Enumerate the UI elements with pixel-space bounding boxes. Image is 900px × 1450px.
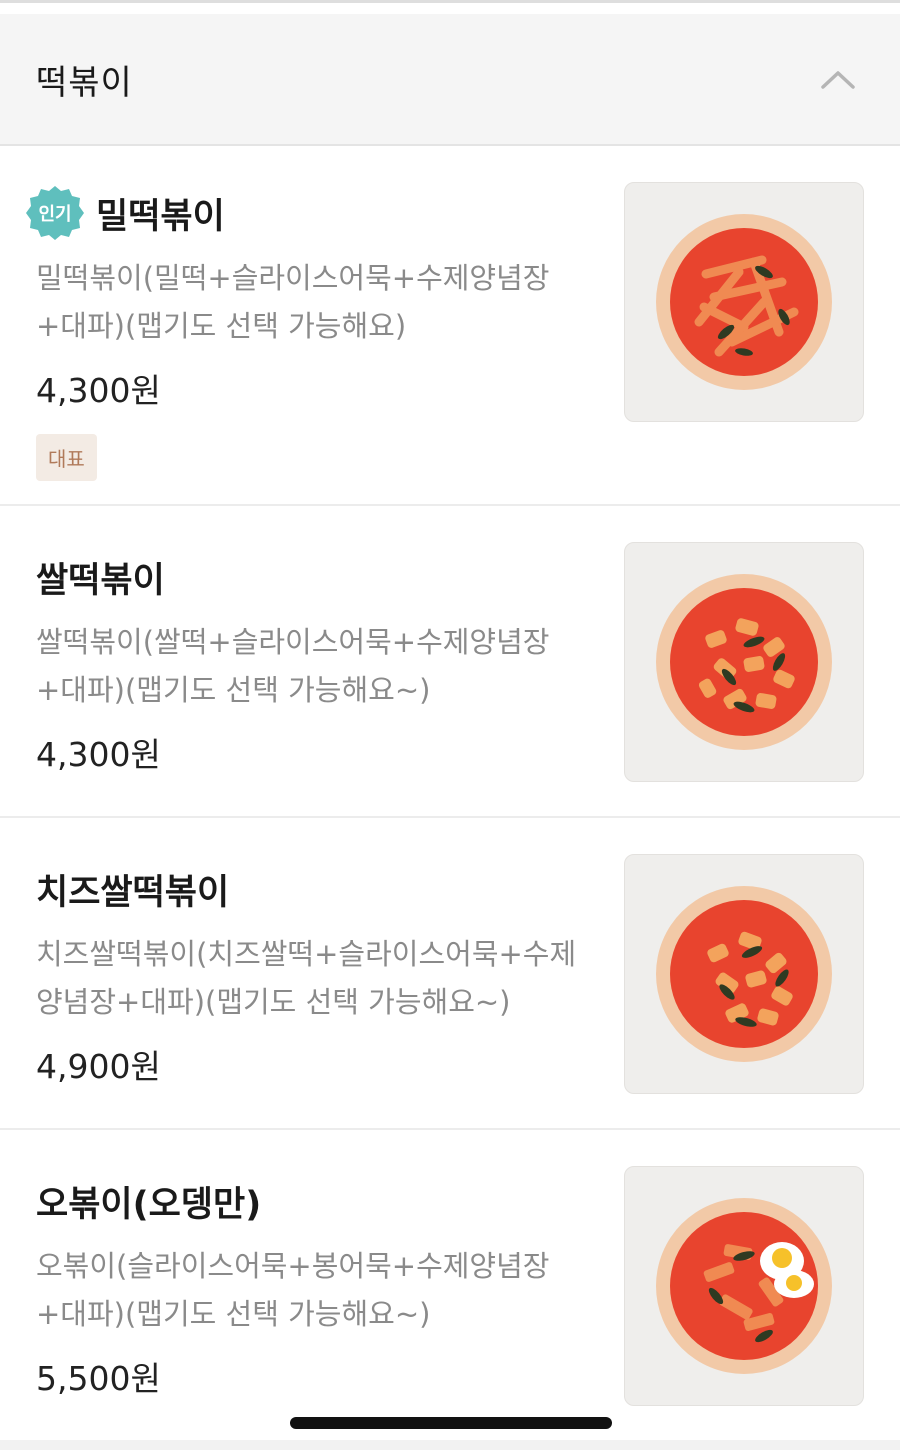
popular-badge-label: 인기: [38, 204, 72, 225]
top-divider: [0, 0, 900, 14]
menu-item-image[interactable]: [624, 182, 864, 422]
menu-item-text: 치즈쌀떡볶이 치즈쌀떡볶이(치즈쌀떡+슬라이스어묵+수제 양념장+대파)(맵기도…: [36, 860, 606, 1088]
menu-item-name-row: 치즈쌀떡볶이: [36, 860, 606, 918]
menu-item-description-line: 오볶이(슬라이스어묵+봉어묵+수제양념장: [36, 1249, 550, 1283]
menu-item-text: 오볶이(오뎅만) 오볶이(슬라이스어묵+봉어묵+수제양념장 +대파)(맵기도 선…: [36, 1172, 606, 1400]
bottom-strip: [0, 1440, 900, 1450]
menu-item-description: 밀떡볶이(밀떡+슬라이스어묵+수제양념장 +대파)(맵기도 선택 가능해요): [36, 254, 606, 350]
menu-item-description: 쌀떡볶이(쌀떡+슬라이스어묵+수제양념장 +대파)(맵기도 선택 가능해요~): [36, 618, 606, 714]
menu-item-obokki[interactable]: 오볶이(오뎅만) 오볶이(슬라이스어묵+봉어묵+수제양념장 +대파)(맵기도 선…: [0, 1130, 900, 1442]
category-title: 떡볶이: [36, 62, 133, 103]
menu-item-name-row: 쌀떡볶이: [36, 548, 606, 606]
menu-item-image[interactable]: [624, 542, 864, 782]
menu-item-name: 쌀떡볶이: [36, 560, 165, 601]
menu-item-text: 쌀떡볶이 쌀떡볶이(쌀떡+슬라이스어묵+수제양념장 +대파)(맵기도 선택 가능…: [36, 548, 606, 776]
menu-item-price: 4,900원: [36, 1047, 161, 1086]
menu-item-description-line: 치즈쌀떡볶이(치즈쌀떡+슬라이스어묵+수제: [36, 937, 577, 971]
menu-item-price: 4,300원: [36, 371, 161, 410]
menu-item-name: 치즈쌀떡볶이: [36, 872, 230, 913]
home-indicator[interactable]: [290, 1417, 612, 1429]
menu-item-price: 4,300원: [36, 735, 161, 774]
menu-item-mil-tteokbokki[interactable]: 인기 밀떡볶이 밀떡볶이(밀떡+슬라이스어묵+수제양념장 +대파)(맵기도 선택…: [0, 146, 900, 506]
chevron-up-icon[interactable]: [818, 59, 858, 99]
menu-item-ssal-tteokbokki[interactable]: 쌀떡볶이 쌀떡볶이(쌀떡+슬라이스어묵+수제양념장 +대파)(맵기도 선택 가능…: [0, 506, 900, 818]
menu-item-name: 밀떡볶이: [96, 196, 225, 237]
menu-item-name-row: 오볶이(오뎅만): [36, 1172, 606, 1230]
menu-item-price: 5,500원: [36, 1359, 161, 1398]
menu-item-text: 인기 밀떡볶이 밀떡볶이(밀떡+슬라이스어묵+수제양념장 +대파)(맵기도 선택…: [26, 184, 606, 481]
menu-item-description: 오볶이(슬라이스어묵+봉어묵+수제양념장 +대파)(맵기도 선택 가능해요~): [36, 1242, 606, 1338]
menu-item-description-line: 쌀떡볶이(쌀떡+슬라이스어묵+수제양념장: [36, 625, 550, 659]
menu-item-description-line: +대파)(맵기도 선택 가능해요~): [36, 673, 431, 707]
representative-tag: 대표: [36, 434, 97, 481]
menu-item-image[interactable]: [624, 1166, 864, 1406]
menu-item-image[interactable]: [624, 854, 864, 1094]
menu-item-name: 오볶이(오뎅만): [36, 1184, 262, 1225]
menu-item-cheese-ssal-tteokbokki[interactable]: 치즈쌀떡볶이 치즈쌀떡볶이(치즈쌀떡+슬라이스어묵+수제 양념장+대파)(맵기도…: [0, 818, 900, 1130]
menu-item-description: 치즈쌀떡볶이(치즈쌀떡+슬라이스어묵+수제 양념장+대파)(맵기도 선택 가능해…: [36, 930, 606, 1026]
menu-item-description-line: 양념장+대파)(맵기도 선택 가능해요~): [36, 985, 511, 1019]
menu-item-description-line: 밀떡볶이(밀떡+슬라이스어묵+수제양념장: [36, 261, 550, 295]
menu-item-name-row: 인기 밀떡볶이: [26, 184, 606, 242]
category-header-tteokbokki[interactable]: 떡볶이: [0, 14, 900, 146]
menu-item-description-line: +대파)(맵기도 선택 가능해요~): [36, 1297, 431, 1331]
menu-item-description-line: +대파)(맵기도 선택 가능해요): [36, 309, 407, 343]
popular-badge-icon: 인기: [26, 184, 84, 242]
